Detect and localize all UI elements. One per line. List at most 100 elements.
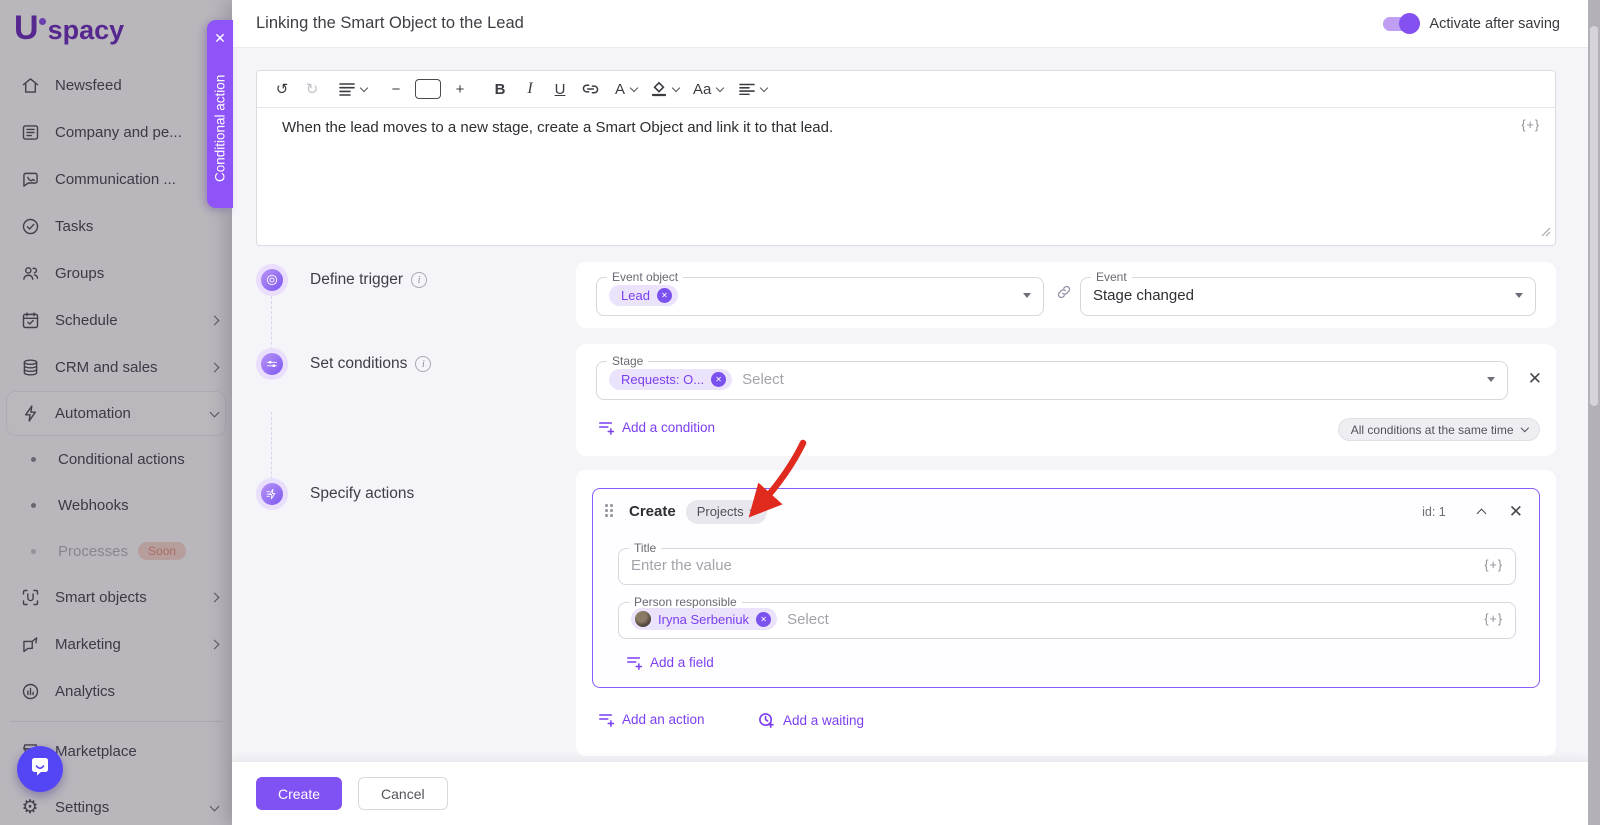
stage-select[interactable]: Stage Requests: O... ✕ Select <box>596 356 1508 400</box>
conditions-mode-dropdown[interactable]: All conditions at the same time <box>1338 418 1540 441</box>
editor-toolbar: ↺ ↻ − + B I U A Aa <box>257 71 1555 108</box>
activate-toggle[interactable] <box>1383 17 1417 31</box>
conditional-action-drawer: Linking the Smart Object to the Lead Act… <box>232 0 1588 825</box>
step-label: Specify actions <box>310 485 414 503</box>
insert-variable-token[interactable]: {+} <box>1484 558 1503 572</box>
title-field[interactable]: Title Enter the value {+} <box>618 543 1516 585</box>
add-lines-icon <box>626 655 642 670</box>
add-action-button[interactable]: Add an action <box>598 712 705 727</box>
person-responsible-label: Person responsible <box>629 597 742 607</box>
app-root: U spacy Newsfeed Company and pe... Commu… <box>0 0 1600 825</box>
action-object-dropdown[interactable]: Projects <box>686 500 767 524</box>
step-specify-actions: Specify actions <box>256 478 414 510</box>
cancel-button[interactable]: Cancel <box>358 777 448 810</box>
remove-action-icon[interactable]: ✕ <box>1509 503 1523 520</box>
drawer-footer: Create Cancel <box>232 761 1588 825</box>
add-waiting-button[interactable]: Add a waiting <box>758 712 864 729</box>
person-responsible-select[interactable]: Person responsible Iryna Serbeniuk ✕ Sel… <box>618 597 1516 639</box>
line-height-icon[interactable] <box>337 76 369 102</box>
add-field-button[interactable]: Add a field <box>626 655 714 670</box>
step-define-trigger: Define trigger i <box>256 264 427 296</box>
collapse-icon[interactable] <box>1476 508 1486 518</box>
add-lines-icon <box>598 712 614 727</box>
conditions-sliders-icon <box>256 348 288 380</box>
add-action-label: Add an action <box>622 712 705 727</box>
info-icon[interactable]: i <box>411 272 427 288</box>
insert-variable-token[interactable]: {+} <box>1484 612 1503 626</box>
event-object-select[interactable]: Event object Lead ✕ <box>596 272 1044 316</box>
step-label: Set conditions <box>310 355 407 373</box>
editor-text: When the lead moves to a new stage, crea… <box>282 119 833 136</box>
chip-label: Requests: O... <box>621 372 704 387</box>
action-card-header: Create Projects id: 1 ✕ <box>593 489 1539 534</box>
drawer-header: Linking the Smart Object to the Lead Act… <box>232 0 1588 48</box>
modal-dim-overlay <box>0 0 232 825</box>
stage-chip[interactable]: Requests: O... ✕ <box>609 369 732 390</box>
decrease-font-icon[interactable]: − <box>383 76 409 102</box>
conditional-action-tab[interactable]: ✕ Conditional action <box>207 20 233 208</box>
chevron-down-icon <box>1520 424 1528 432</box>
align-icon[interactable] <box>737 76 769 102</box>
dropdown-caret-icon <box>1023 293 1031 298</box>
tab-label: Conditional action <box>207 56 233 200</box>
create-button[interactable]: Create <box>256 777 342 810</box>
chip-remove-icon[interactable]: ✕ <box>756 612 771 627</box>
close-icon[interactable]: ✕ <box>207 30 233 47</box>
text-color-icon[interactable]: A <box>613 76 639 102</box>
step-label: Define trigger <box>310 271 403 289</box>
undo-icon[interactable]: ↺ <box>269 76 295 102</box>
link-icon[interactable] <box>577 76 603 102</box>
bold-icon[interactable]: B <box>487 76 513 102</box>
italic-icon[interactable]: I <box>517 76 543 102</box>
event-object-chip[interactable]: Lead ✕ <box>609 285 678 306</box>
step-set-conditions: Set conditions i <box>256 348 431 380</box>
avatar <box>635 611 651 627</box>
action-object-label: Projects <box>697 504 744 519</box>
chip-remove-icon[interactable]: ✕ <box>657 288 672 303</box>
title-placeholder: Enter the value <box>631 557 732 574</box>
highlight-color-icon[interactable] <box>649 76 681 102</box>
event-select[interactable]: Event Stage changed <box>1080 272 1536 316</box>
remove-condition-icon[interactable]: ✕ <box>1528 370 1542 387</box>
dropdown-caret-icon <box>1515 293 1523 298</box>
info-icon[interactable]: i <box>415 356 431 372</box>
letter-case-icon[interactable]: Aa <box>691 76 725 102</box>
resize-handle-icon[interactable] <box>1541 224 1551 242</box>
activate-toggle-label: Activate after saving <box>1429 16 1560 32</box>
font-size-box[interactable] <box>415 79 441 99</box>
insert-variable-token[interactable]: {+} <box>1521 118 1540 132</box>
add-lines-icon <box>598 420 614 435</box>
support-chat-button[interactable] <box>17 746 63 792</box>
person-chip[interactable]: Iryna Serbeniuk ✕ <box>631 608 777 630</box>
dropdown-caret-icon <box>1487 377 1495 382</box>
drag-handle-icon[interactable] <box>605 504 615 519</box>
add-condition-button[interactable]: Add a condition <box>598 420 715 435</box>
toggle-knob <box>1399 13 1420 34</box>
chip-remove-icon[interactable]: ✕ <box>711 372 726 387</box>
event-label: Event <box>1091 272 1132 282</box>
description-editor: ↺ ↻ − + B I U A Aa When the lead moves t… <box>256 70 1556 246</box>
title-label: Title <box>629 543 661 553</box>
page-scrollbar[interactable] <box>1588 0 1600 825</box>
chevron-down-icon <box>750 506 758 514</box>
action-id: id: 1 <box>1422 505 1446 519</box>
add-waiting-label: Add a waiting <box>783 713 864 728</box>
select-placeholder: Select <box>742 371 784 388</box>
conditions-panel: Stage Requests: O... ✕ Select ✕ Add a co… <box>576 344 1556 456</box>
chip-label: Lead <box>621 288 650 303</box>
chat-bubble-icon <box>28 755 52 784</box>
add-field-label: Add a field <box>650 655 714 670</box>
redo-icon[interactable]: ↻ <box>299 76 325 102</box>
trigger-target-icon <box>256 264 288 296</box>
scrollbar-thumb[interactable] <box>1590 26 1598 406</box>
editor-textarea[interactable]: When the lead moves to a new stage, crea… <box>257 108 1555 246</box>
chip-label: Iryna Serbeniuk <box>658 612 749 627</box>
add-condition-label: Add a condition <box>622 420 715 435</box>
clock-plus-icon <box>758 712 775 729</box>
action-card: Create Projects id: 1 ✕ Title Enter the … <box>592 488 1540 688</box>
actions-bolt-icon <box>256 478 288 510</box>
event-value: Stage changed <box>1093 287 1194 304</box>
select-placeholder: Select <box>787 611 829 628</box>
increase-font-icon[interactable]: + <box>447 76 473 102</box>
underline-icon[interactable]: U <box>547 76 573 102</box>
